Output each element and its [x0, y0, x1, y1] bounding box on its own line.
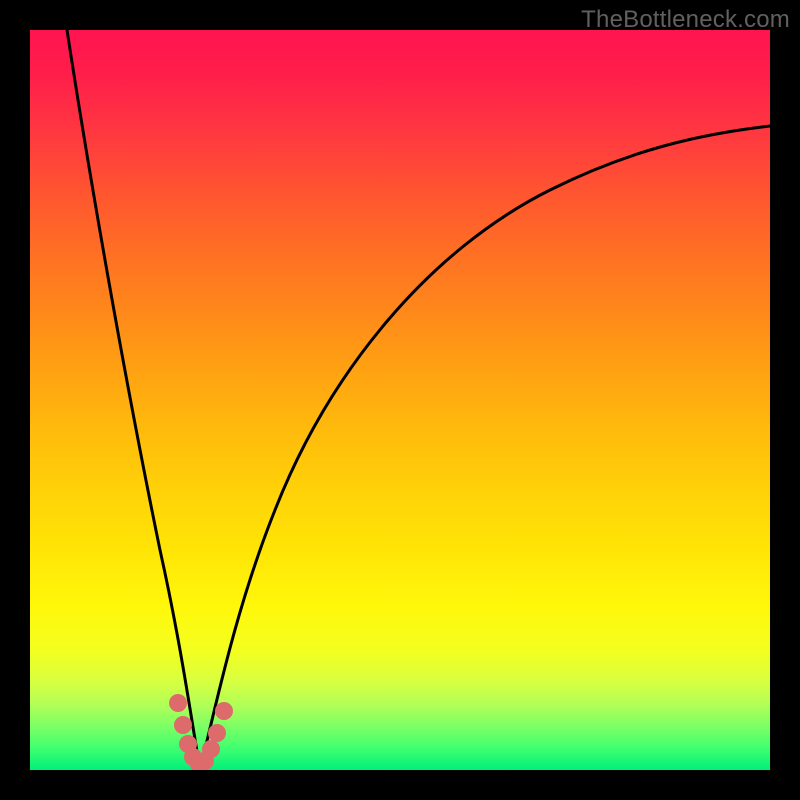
- watermark-text: TheBottleneck.com: [581, 6, 790, 34]
- curve-right-branch: [200, 126, 770, 770]
- curve-left-branch: [67, 30, 200, 770]
- curve-layer: [30, 30, 770, 770]
- marker-cluster: [169, 694, 233, 770]
- chart-frame: TheBottleneck.com: [0, 0, 800, 800]
- plot-area: [30, 30, 770, 770]
